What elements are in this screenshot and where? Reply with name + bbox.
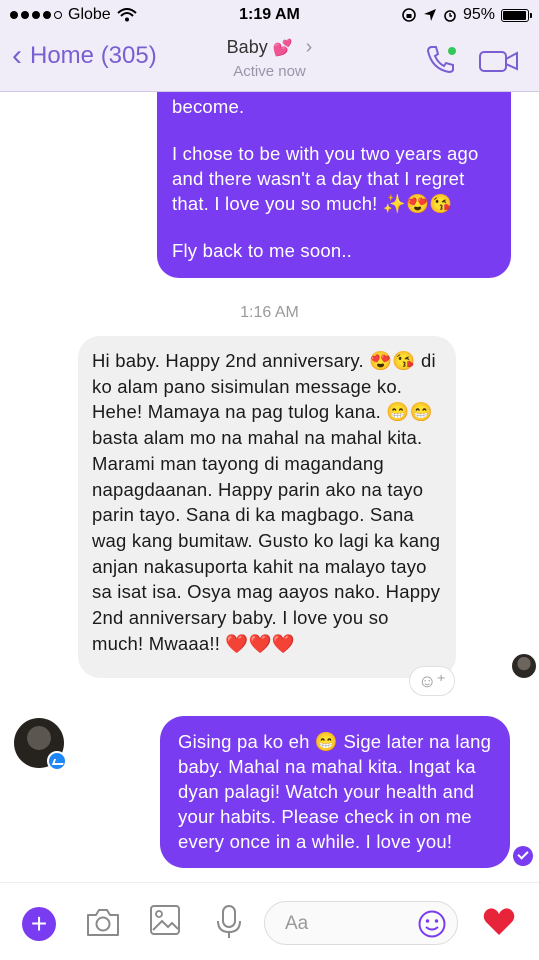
message-text: become. [172, 96, 245, 117]
message-timestamp: 1:16 AM [240, 304, 299, 321]
add-reaction-button[interactable]: ☺⁺ [409, 666, 455, 696]
contact-title[interactable]: Baby 💕 › Active now [0, 36, 539, 80]
microphone-icon[interactable] [214, 903, 244, 941]
message-list[interactable]: become. I chose to be with you two years… [0, 92, 539, 882]
outgoing-message[interactable]: become. I chose to be with you two years… [157, 92, 511, 278]
message-text: Hi baby. Happy 2nd anniversary. 😍😘 di ko… [92, 350, 441, 654]
message-input-wrapper [264, 901, 458, 945]
contact-name: Baby [226, 37, 268, 57]
status-bar: Globe 1:19 AM 95% [0, 0, 539, 30]
plus-icon[interactable]: + [22, 907, 56, 941]
location-icon [423, 9, 436, 21]
message-text: Gising pa ko eh 😁 Sige later na lang bab… [178, 731, 492, 852]
message-input[interactable] [283, 910, 407, 938]
message-text: I chose to be with you two years ago and… [172, 143, 479, 214]
contact-emoji: 💕 [272, 40, 293, 57]
chevron-right-icon: › [305, 36, 313, 58]
battery-percent: 95% [462, 6, 495, 23]
battery-icon [501, 8, 532, 22]
messenger-badge-icon [47, 751, 67, 771]
gallery-icon[interactable] [148, 903, 182, 937]
alarm-icon [444, 10, 456, 22]
smiley-plus-icon: ☺⁺ [418, 670, 446, 691]
outgoing-message[interactable]: Gising pa ko eh 😁 Sige later na lang bab… [160, 716, 510, 868]
message-text: Fly back to me soon.. [172, 240, 353, 261]
heart-icon[interactable] [482, 905, 516, 939]
delivered-check-icon [513, 846, 533, 866]
contact-avatar[interactable] [14, 718, 67, 771]
smiley-icon[interactable] [417, 909, 447, 939]
incoming-message[interactable]: Hi baby. Happy 2nd anniversary. 😍😘 di ko… [78, 336, 456, 678]
phone-icon[interactable] [424, 44, 458, 74]
rotation-lock-icon [402, 8, 416, 22]
camera-icon[interactable] [84, 903, 122, 941]
video-camera-icon[interactable] [478, 48, 520, 74]
composer-bar: + [0, 882, 539, 960]
conversation-header: Globe 1:19 AM 95% ‹ Home (305) Baby 💕 › … [0, 0, 539, 92]
contact-status: Active now [233, 63, 306, 80]
seen-avatar [512, 654, 536, 678]
